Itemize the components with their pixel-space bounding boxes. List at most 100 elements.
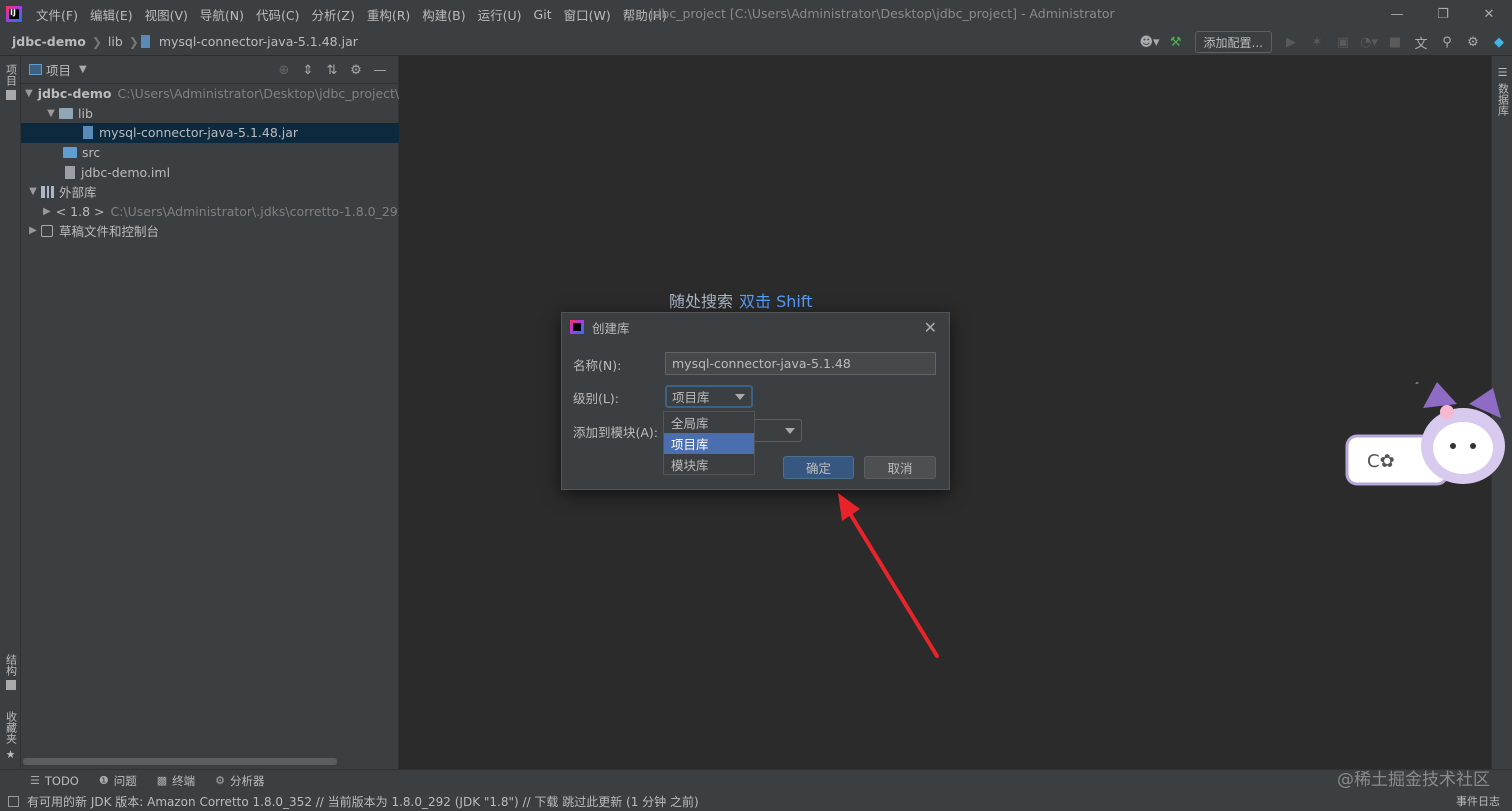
- panel-settings-gear-icon[interactable]: ⚙: [344, 60, 368, 80]
- cancel-button[interactable]: 取消: [864, 456, 936, 479]
- debug-icon[interactable]: ✶: [1305, 30, 1329, 54]
- iml-file-icon: [65, 165, 75, 179]
- menu-bar: IJ 文件(F) 编辑(E) 视图(V) 导航(N) 代码(C) 分析(Z) 重…: [0, 0, 1512, 28]
- folder-icon: [5, 90, 16, 100]
- name-label: 名称(N):: [573, 358, 622, 373]
- project-panel-title[interactable]: 项目: [46, 60, 71, 79]
- external-libs-name: 外部库: [59, 185, 97, 201]
- locate-file-icon[interactable]: ⊕: [272, 60, 296, 80]
- tab-terminal-label: 终端: [172, 773, 196, 788]
- minimize-icon[interactable]: —: [1374, 0, 1420, 28]
- iml-file-name: jdbc-demo.iml: [81, 164, 171, 180]
- project-tool-button[interactable]: 项目: [2, 64, 19, 100]
- breadcrumb-file[interactable]: mysql-connector-java-5.1.48.jar: [155, 34, 362, 49]
- search-icon[interactable]: ⚲: [1435, 30, 1459, 54]
- menu-build[interactable]: 构建(B): [416, 5, 471, 24]
- translate-icon[interactable]: 文: [1409, 30, 1433, 54]
- module-select[interactable]: [750, 419, 802, 442]
- tab-terminal[interactable]: ▩ 终端: [157, 773, 195, 789]
- tree-item-root[interactable]: ▼ jdbc-demo C:\Users\Administrator\Deskt…: [21, 84, 399, 104]
- lib-folder-name: lib: [78, 105, 93, 121]
- horizontal-scrollbar[interactable]: [23, 758, 337, 765]
- expand-arrow-icon[interactable]: ▼: [43, 108, 59, 119]
- expand-arrow-icon[interactable]: ▼: [25, 186, 41, 197]
- hide-panel-icon[interactable]: —: [368, 60, 392, 80]
- red-annotation-arrow-icon: [838, 493, 939, 658]
- menu-view[interactable]: 视图(V): [139, 5, 194, 24]
- restore-icon[interactable]: ❐: [1420, 0, 1466, 28]
- jdk-name: < 1.8 >: [55, 203, 105, 219]
- tree-item-jar[interactable]: mysql-connector-java-5.1.48.jar: [21, 123, 399, 143]
- tree-item-scratches[interactable]: ▶ 草稿文件和控制台: [21, 221, 399, 241]
- stop-icon[interactable]: ■: [1383, 30, 1407, 54]
- menu-run[interactable]: 运行(U): [472, 5, 528, 24]
- tree-item-external-libraries[interactable]: ▼ 外部库: [21, 182, 399, 202]
- menu-file[interactable]: 文件(F): [30, 5, 84, 24]
- menu-analyze[interactable]: 分析(Z): [306, 5, 361, 24]
- library-icon: [41, 185, 54, 198]
- tree-item-iml[interactable]: jdbc-demo.iml: [21, 162, 399, 182]
- user-icon[interactable]: ☻▾: [1138, 30, 1162, 54]
- breadcrumb-separator-icon: ❯: [128, 34, 139, 49]
- menu-code[interactable]: 代码(C): [250, 5, 305, 24]
- expand-all-icon[interactable]: ⇕: [296, 60, 320, 80]
- build-hammer-icon[interactable]: ⚒: [1164, 30, 1188, 54]
- scratches-name: 草稿文件和控制台: [59, 224, 160, 240]
- menu-git[interactable]: Git: [528, 7, 558, 22]
- favorites-tool-label: 收藏夹: [4, 711, 18, 744]
- ok-button[interactable]: 确定: [783, 456, 854, 479]
- level-select-value: 项目库: [672, 390, 710, 405]
- window-title: jdbc_project [C:\Users\Administrator\Des…: [650, 6, 1115, 21]
- toggle-panels-icon[interactable]: [8, 795, 19, 807]
- database-tool-button[interactable]: ☰ 数据库: [1494, 66, 1511, 116]
- expand-arrow-icon[interactable]: ▼: [25, 88, 33, 99]
- breadcrumb-lib[interactable]: lib: [104, 34, 127, 49]
- level-label: 级别(L):: [573, 391, 619, 406]
- run-icon[interactable]: ▶: [1279, 30, 1303, 54]
- status-message[interactable]: 有可用的新 JDK 版本: Amazon Corretto 1.8.0_352 …: [27, 793, 699, 810]
- tree-item-jdk[interactable]: ▶ < 1.8 > C:\Users\Administrator\.jdks\c…: [21, 202, 399, 222]
- favorites-tool-button[interactable]: 收藏夹 ★: [2, 711, 19, 761]
- structure-tool-button[interactable]: 结构: [2, 654, 19, 690]
- coverage-icon[interactable]: ▣: [1331, 30, 1355, 54]
- collapse-all-icon[interactable]: ⇅: [320, 60, 344, 80]
- toolbox-icon[interactable]: ◆: [1487, 30, 1511, 54]
- menu-refactor[interactable]: 重构(R): [361, 5, 416, 24]
- library-name-input[interactable]: [665, 352, 936, 375]
- menu-navigate[interactable]: 导航(N): [194, 5, 250, 24]
- dialog-close-icon[interactable]: ✕: [924, 318, 937, 337]
- dropdown-chevron-icon[interactable]: ▼: [79, 64, 87, 75]
- collapsed-arrow-icon[interactable]: ▶: [25, 225, 41, 236]
- svg-text:“: “: [1415, 381, 1419, 390]
- tab-problems[interactable]: ❶ 问题: [99, 773, 137, 789]
- tab-todo[interactable]: ☰ TODO: [30, 774, 79, 788]
- list-icon: ☰: [30, 774, 40, 787]
- level-dropdown-list: 全局库 项目库 模块库: [663, 411, 755, 475]
- root-name: jdbc-demo: [37, 86, 112, 102]
- tree-item-lib[interactable]: ▼ lib: [21, 104, 399, 124]
- project-tree: ▼ jdbc-demo C:\Users\Administrator\Deskt…: [21, 84, 399, 241]
- collapsed-arrow-icon[interactable]: ▶: [43, 206, 51, 217]
- star-icon: ★: [4, 748, 17, 761]
- structure-tool-label: 结构: [4, 654, 18, 676]
- add-configuration-button[interactable]: 添加配置...: [1194, 31, 1272, 53]
- menu-window[interactable]: 窗口(W): [558, 5, 617, 24]
- bottom-tool-tabs: ☰ TODO ❶ 问题 ▩ 终端 ⚙ 分析器: [0, 769, 1512, 791]
- level-option-global[interactable]: 全局库: [664, 412, 754, 433]
- level-option-module[interactable]: 模块库: [664, 454, 754, 475]
- profile-icon[interactable]: ◔▾: [1357, 30, 1381, 54]
- event-log-label[interactable]: 事件日志: [1456, 793, 1500, 809]
- breadcrumb-project[interactable]: jdbc-demo: [8, 34, 90, 49]
- level-select[interactable]: 项目库: [665, 385, 753, 408]
- terminal-icon: ▩: [156, 774, 168, 787]
- scratches-icon: [41, 224, 53, 237]
- search-hint-label: 随处搜索: [669, 292, 734, 311]
- project-tool-label: 项目: [4, 64, 18, 86]
- close-window-icon[interactable]: ✕: [1466, 0, 1512, 28]
- tab-profiler[interactable]: ⚙ 分析器: [215, 773, 264, 789]
- source-folder-icon: [63, 147, 77, 159]
- tree-item-src[interactable]: src: [21, 143, 399, 163]
- settings-gear-icon[interactable]: ⚙: [1461, 30, 1485, 54]
- level-option-project[interactable]: 项目库: [664, 433, 754, 454]
- menu-edit[interactable]: 编辑(E): [84, 5, 139, 24]
